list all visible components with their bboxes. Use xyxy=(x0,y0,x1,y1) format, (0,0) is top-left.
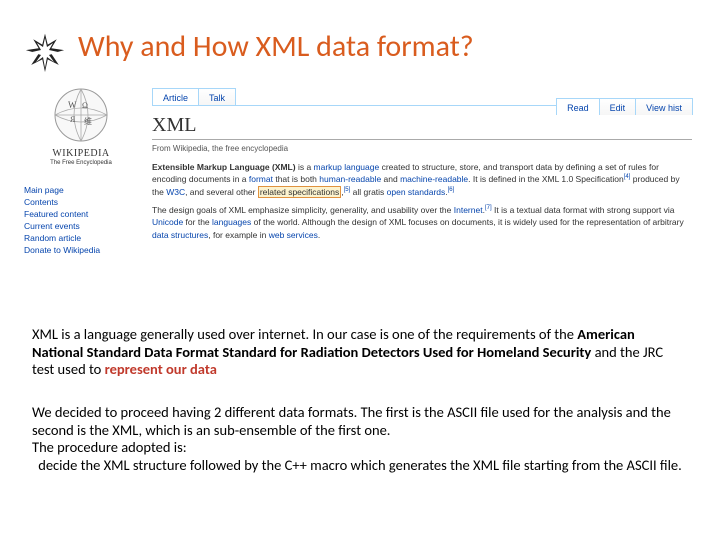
slide-title: Why and How XML data format? xyxy=(78,28,474,65)
article-paragraph-1: Extensible Markup Language (XML) is a ma… xyxy=(152,161,692,198)
tab-article[interactable]: Article xyxy=(152,88,199,105)
svg-text:W: W xyxy=(68,100,77,110)
slide-paragraph-1: XML is a language generally used over in… xyxy=(32,326,688,379)
wikipedia-wordmark: WIKIPEDIA xyxy=(46,148,116,159)
svg-text:维: 维 xyxy=(84,116,92,126)
nav-featured[interactable]: Featured content xyxy=(24,208,134,220)
wikipedia-article-body: XML From Wikipedia, the free encyclopedi… xyxy=(152,114,692,247)
article-subline: From Wikipedia, the free encyclopedia xyxy=(152,144,692,153)
svg-text:Ω: Ω xyxy=(82,101,88,110)
highlighted-text: related specifications xyxy=(258,186,341,198)
wikipedia-tabs-left: Article Talk Read Edit View hist xyxy=(152,88,692,106)
svg-text:Я: Я xyxy=(70,115,76,124)
wikipedia-logo: W Ω Я 维 WIKIPEDIA The Free Encyclopedia xyxy=(46,86,116,166)
nav-current-events[interactable]: Current events xyxy=(24,220,134,232)
wikipedia-sidebar-nav: Main page Contents Featured content Curr… xyxy=(24,184,134,256)
emphasized-text: represent our data xyxy=(105,360,217,378)
nav-contents[interactable]: Contents xyxy=(24,196,134,208)
wikipedia-tabs-right: Read Edit View hist xyxy=(556,98,692,115)
tab-talk[interactable]: Talk xyxy=(198,88,236,105)
tab-history[interactable]: View hist xyxy=(635,98,693,115)
nav-main-page[interactable]: Main page xyxy=(24,184,134,196)
article-heading: XML xyxy=(152,114,692,140)
wikipedia-tagline: The Free Encyclopedia xyxy=(46,160,116,166)
nav-donate[interactable]: Donate to Wikipedia xyxy=(24,244,134,256)
slide-paragraph-2: We decided to proceed having 2 different… xyxy=(32,404,688,475)
starburst-icon xyxy=(22,30,68,76)
wikipedia-globe-icon: W Ω Я 维 xyxy=(52,86,110,144)
tab-read[interactable]: Read xyxy=(556,98,600,115)
nav-random[interactable]: Random article xyxy=(24,232,134,244)
tab-edit[interactable]: Edit xyxy=(599,98,637,115)
article-paragraph-2: The design goals of XML emphasize simpli… xyxy=(152,204,692,241)
wikipedia-screenshot: W Ω Я 维 WIKIPEDIA The Free Encyclopedia … xyxy=(22,78,702,314)
